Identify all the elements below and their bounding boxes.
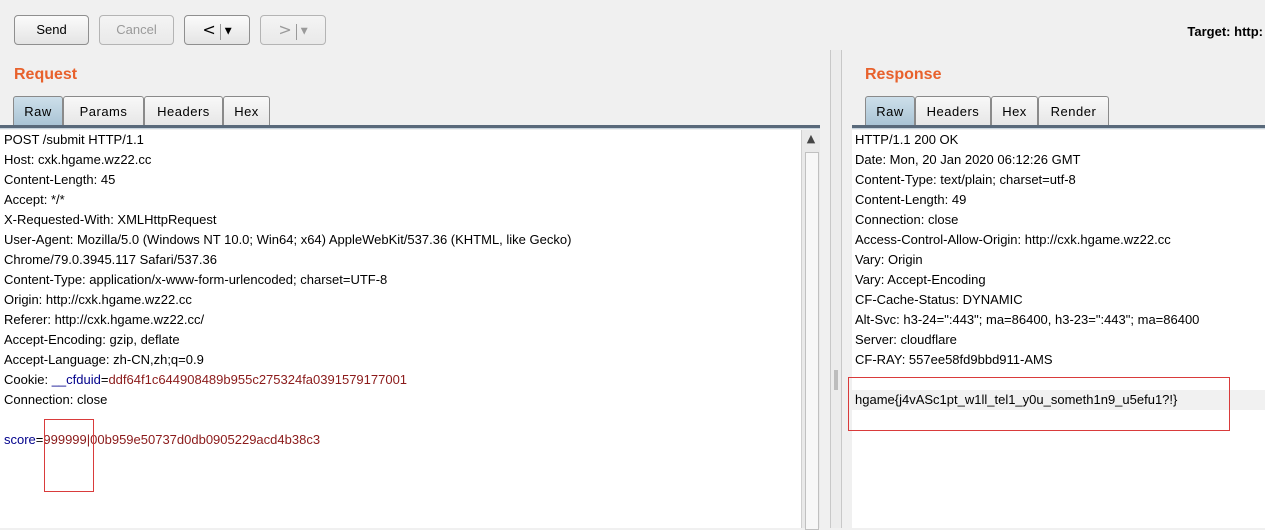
response-editor[interactable]: HTTP/1.1 200 OK Date: Mon, 20 Jan 2020 0… xyxy=(852,130,1265,528)
request-tab-raw[interactable]: Raw xyxy=(13,96,63,126)
response-line: Connection: close xyxy=(855,212,959,227)
response-line: Content-Length: 49 xyxy=(855,192,967,207)
request-scrollbar[interactable]: ▲ xyxy=(801,130,820,530)
request-line: Accept-Encoding: gzip, deflate xyxy=(4,332,180,347)
score-highlight-box xyxy=(44,419,94,492)
cookie-name: __cfduid xyxy=(51,372,101,387)
request-line: Accept: */* xyxy=(4,192,65,207)
response-line: CF-Cache-Status: DYNAMIC xyxy=(855,292,1023,307)
response-line: Vary: Accept-Encoding xyxy=(855,272,986,287)
cookie-value: ddf64f1c644908489b955c275324fa0391579177… xyxy=(108,372,408,387)
response-tab-raw[interactable]: Raw xyxy=(865,96,915,126)
target-label[interactable]: Target: http: xyxy=(1187,24,1263,39)
flag-highlight-box xyxy=(848,377,1230,431)
cancel-button[interactable]: Cancel xyxy=(99,15,174,45)
request-line: Connection: close xyxy=(4,392,108,407)
pane-splitter[interactable] xyxy=(830,50,842,528)
request-tab-hex[interactable]: Hex xyxy=(223,96,270,126)
response-tab-hex[interactable]: Hex xyxy=(991,96,1038,126)
splitter-grip[interactable] xyxy=(834,370,838,390)
request-editor[interactable]: POST /submit HTTP/1.1 Host: cxk.hgame.wz… xyxy=(0,130,801,528)
request-line: Host: cxk.hgame.wz22.cc xyxy=(4,152,152,167)
back-button[interactable]: < ▼ xyxy=(184,15,250,45)
response-title: Response xyxy=(865,66,942,83)
request-line: Accept-Language: zh-CN,zh;q=0.9 xyxy=(4,352,204,367)
toolbar: Send Cancel < ▼ > ▼ Target: http: xyxy=(0,0,1265,60)
request-tab-params[interactable]: Params xyxy=(63,96,144,126)
param-name: score xyxy=(4,432,36,447)
request-tabs: Raw Params Headers Hex xyxy=(13,96,270,126)
response-line: Server: cloudflare xyxy=(855,332,957,347)
cookie-prefix: Cookie: xyxy=(4,372,52,387)
response-tab-render[interactable]: Render xyxy=(1038,96,1109,126)
forward-button[interactable]: > ▼ xyxy=(260,15,326,45)
response-line: Vary: Origin xyxy=(855,252,923,267)
dropdown-arrow-icon[interactable]: ▼ xyxy=(225,27,232,37)
chevron-left-icon: < xyxy=(202,20,216,39)
request-line: Referer: http://cxk.hgame.wz22.cc/ xyxy=(4,312,205,327)
request-line: Content-Length: 45 xyxy=(4,172,116,187)
cookie-line: Cookie: __cfduid=ddf64f1c644908489b955c2… xyxy=(4,370,407,390)
response-line: Date: Mon, 20 Jan 2020 06:12:26 GMT xyxy=(855,152,1081,167)
request-tab-rule xyxy=(0,125,820,129)
request-tab-headers[interactable]: Headers xyxy=(144,96,223,126)
response-tabs: Raw Headers Hex Render xyxy=(865,96,1115,126)
scrollbar-thumb[interactable] xyxy=(805,152,819,530)
request-line: User-Agent: Mozilla/5.0 (Windows NT 10.0… xyxy=(4,232,572,247)
response-tab-headers[interactable]: Headers xyxy=(915,96,991,126)
request-title: Request xyxy=(14,66,78,83)
request-line: Origin: http://cxk.hgame.wz22.cc xyxy=(4,292,192,307)
request-line: Content-Type: application/x-www-form-url… xyxy=(4,272,388,287)
chevron-right-icon: > xyxy=(278,20,292,39)
scroll-up-icon[interactable]: ▲ xyxy=(804,132,818,146)
response-line: Content-Type: text/plain; charset=utf-8 xyxy=(855,172,1076,187)
send-button[interactable]: Send xyxy=(14,15,89,45)
request-line: POST /submit HTTP/1.1 xyxy=(4,132,144,147)
button-divider xyxy=(219,23,221,40)
dropdown-arrow-icon[interactable]: ▼ xyxy=(301,27,308,37)
response-line: Access-Control-Allow-Origin: http://cxk.… xyxy=(855,232,1171,247)
response-tab-rule xyxy=(852,125,1265,129)
request-line: Chrome/79.0.3945.117 Safari/537.36 xyxy=(4,252,217,267)
response-line: Alt-Svc: h3-24=":443"; ma=86400, h3-23="… xyxy=(855,312,1200,327)
button-divider xyxy=(295,23,297,40)
request-line: X-Requested-With: XMLHttpRequest xyxy=(4,212,217,227)
response-line: CF-RAY: 557ee58fd9bbd911-AMS xyxy=(855,352,1053,367)
response-line: HTTP/1.1 200 OK xyxy=(855,132,959,147)
